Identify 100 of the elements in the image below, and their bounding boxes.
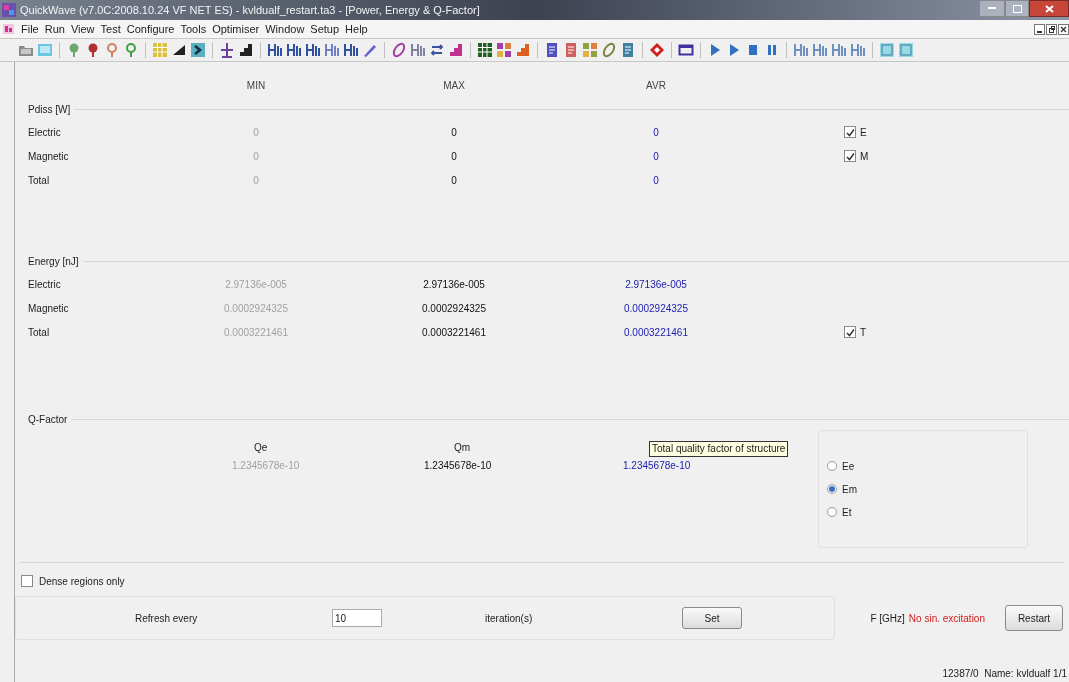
pen-icon[interactable] [362,42,378,58]
restore-icon [1048,25,1055,33]
maximize-button[interactable] [1005,0,1029,17]
checkbox[interactable] [844,326,856,338]
bars-icon[interactable] [793,42,809,58]
menu-item[interactable]: View [70,20,95,38]
chevron-icon[interactable] [190,42,206,58]
unit-label: iteration(s) [485,611,534,626]
menu-item[interactable]: Help [345,20,368,38]
bars-icon[interactable] [267,42,283,58]
minimize-button[interactable] [1034,23,1045,35]
value-cell-text: 1.2345678e-10 [623,459,692,473]
tooltip: Total quality factor of structure [649,441,789,457]
set-button[interactable]: Set [682,607,742,629]
steps-icon[interactable] [238,42,254,58]
column-header: AVR [645,79,667,92]
bars-icon[interactable] [410,42,426,58]
section-title: Q-Factor [27,412,69,427]
value-cell-text: 0 [252,149,260,164]
value-cell-text: 2.97136e-005 [422,277,486,292]
pin-icon[interactable] [123,42,139,58]
value-cell-text: 0 [652,173,660,188]
value-cell-text: 1.2345678e-10 [232,459,301,473]
arrows-icon[interactable] [429,42,445,58]
radio-button[interactable] [827,507,837,517]
menu-item[interactable]: Setup [310,20,340,38]
checkbox-label: M [860,149,869,164]
document-icon[interactable] [620,42,636,58]
close-icon [1044,4,1054,13]
column-header: MIN [245,79,267,92]
column-header: Qm [453,441,472,455]
radio-label: Em [842,482,857,497]
radio-label: Ee [842,459,855,474]
bars-icon[interactable] [305,42,321,58]
document-icon[interactable] [544,42,560,58]
cross-icon[interactable] [219,42,235,58]
blocks-icon[interactable] [582,42,598,58]
menu-item[interactable]: Tools [180,20,207,38]
menu-item[interactable]: Optimiser [212,20,260,38]
input-field[interactable]: 10 [332,609,382,627]
row-label: Total [28,325,51,340]
bars-icon[interactable] [850,42,866,58]
checkbox[interactable] [21,575,33,587]
row-label: Total [28,173,51,188]
section-title: Pdiss [W] [27,102,72,117]
maximize-icon [1012,4,1022,13]
status-text: No sin. excitation [908,611,985,626]
panel-icon[interactable] [879,42,895,58]
section-title: Energy [nJ] [27,254,80,269]
restore-button[interactable] [1046,23,1057,35]
checkbox[interactable] [844,126,856,138]
checkbox-label: E [860,125,867,140]
pin-icon[interactable] [104,42,120,58]
check-icon [845,327,855,337]
grid-icon[interactable] [477,42,493,58]
menu-item[interactable]: File [21,20,39,38]
value-cell-text: 1.2345678e-10 [424,459,493,473]
panel-icon[interactable] [898,42,914,58]
radio-button[interactable] [827,484,837,494]
value-cell-text: 0.0003221461 [223,325,289,340]
close-button[interactable] [1058,23,1069,35]
bars-icon[interactable] [343,42,359,58]
value-cell-text: 0 [252,173,260,188]
menu-item[interactable]: Test [100,20,121,38]
document-icon[interactable] [563,42,579,58]
radio-label: Et [842,505,852,520]
window-icon[interactable] [678,42,694,58]
check-icon [845,127,855,137]
row-label: Magnetic [28,301,70,316]
value-cell-text: 2.97136e-005 [224,277,288,292]
frequency-label: F [GHz] [870,611,905,626]
bars-icon[interactable] [286,42,302,58]
row-label: Electric [28,277,62,292]
value-cell-text: 0 [450,149,458,164]
bars-icon[interactable] [324,42,340,58]
bars-icon[interactable] [812,42,828,58]
blocks-icon[interactable] [496,42,512,58]
menu-item[interactable]: Configure [126,20,175,38]
row-label: Electric [28,125,62,140]
value-cell-text: 0 [450,173,458,188]
triangle-icon[interactable] [171,42,187,58]
close-button[interactable] [1029,0,1069,17]
column-header: MAX [442,79,466,92]
value-cell-text: 0.0002924325 [623,301,689,316]
check-icon [845,151,855,161]
restart-button[interactable]: Restart [1005,605,1063,631]
value-cell-text: 0 [450,125,458,140]
checkbox[interactable] [844,150,856,162]
value-cell-text: 0 [652,149,660,164]
value-cell-text: 2.97136e-005 [624,277,688,292]
refresh-label: Refresh every [135,611,199,626]
radio-button[interactable] [827,461,837,471]
minimize-icon [988,7,996,10]
menu-item[interactable]: Window [265,20,305,38]
checkbox-label: Dense regions only [39,574,125,589]
window-title: QuickWave (v7.0C:2008.10.24 VF NET ES) - kvldualf_restart.ta3 - [Power, Energy & Q-Factor] [20,2,480,18]
bars-icon[interactable] [831,42,847,58]
diamond-icon[interactable] [649,42,665,58]
app-icon [2,23,15,35]
menu-item[interactable]: Run [44,20,65,38]
